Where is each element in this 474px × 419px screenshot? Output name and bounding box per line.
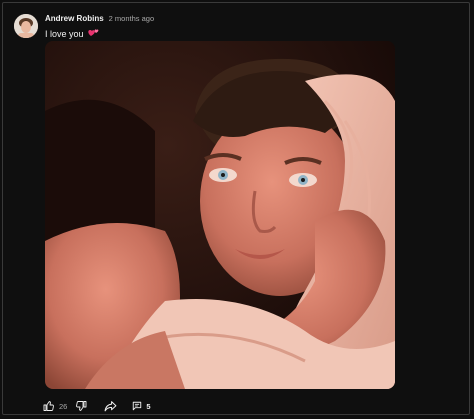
post-actions: 26 5: [43, 398, 151, 414]
comment-icon: [132, 401, 142, 411]
post-image[interactable]: [45, 41, 395, 389]
like-button[interactable]: 26: [43, 398, 67, 414]
author-name[interactable]: Andrew Robins: [45, 14, 104, 23]
comment-count: 5: [146, 401, 151, 411]
thumbs-up-icon: [43, 400, 55, 412]
dislike-button[interactable]: [75, 398, 87, 414]
post-body: I love you: [45, 28, 99, 40]
community-post: Andrew Robins 2 months ago I love you 26…: [2, 2, 470, 415]
like-count: 26: [59, 401, 68, 411]
share-icon: [104, 400, 117, 412]
post-text: I love you: [45, 29, 84, 39]
thumbs-down-icon: [75, 400, 87, 412]
comments-button[interactable]: 5: [132, 398, 151, 414]
author-line: Andrew Robins 2 months ago: [45, 14, 154, 26]
post-timestamp[interactable]: 2 months ago: [109, 14, 154, 23]
author-avatar[interactable]: [14, 14, 38, 38]
share-button[interactable]: [104, 398, 117, 414]
